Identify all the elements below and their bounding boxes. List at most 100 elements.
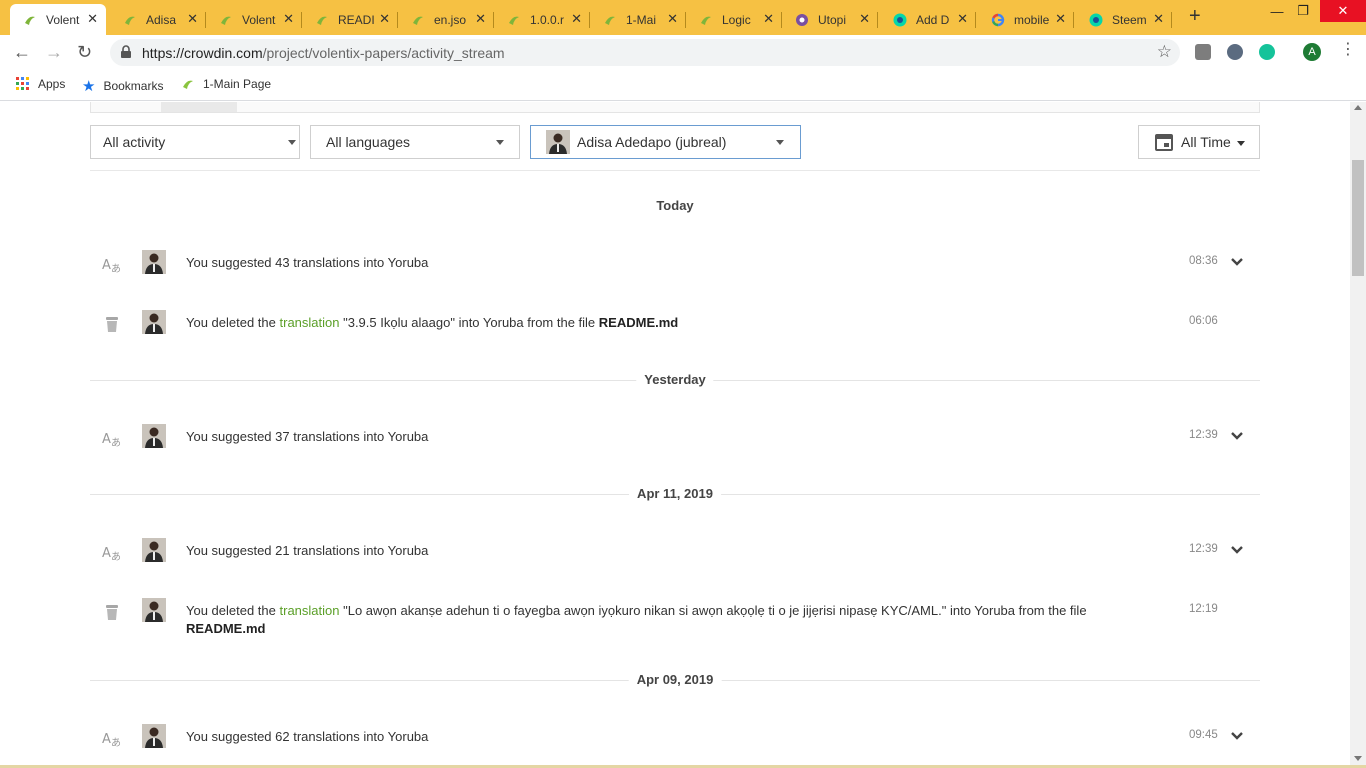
browser-tab[interactable]: en.jso ✕ bbox=[398, 4, 494, 35]
divider bbox=[90, 170, 1260, 171]
close-tab-icon[interactable]: ✕ bbox=[475, 12, 486, 26]
tab-label: Steem bbox=[1112, 12, 1147, 27]
svg-text:あ: あ bbox=[111, 737, 121, 748]
user-avatar[interactable] bbox=[142, 250, 166, 274]
bookmark-main-page[interactable]: 1-Main Page bbox=[181, 77, 271, 91]
activity-time: 12:39 bbox=[1189, 543, 1218, 555]
bookmark-bookmarks[interactable]: ★ Bookmarks bbox=[82, 77, 163, 95]
chevron-down-icon[interactable] bbox=[1230, 254, 1244, 272]
translate-icon: Aあ bbox=[102, 728, 122, 749]
user-avatar[interactable] bbox=[142, 538, 166, 562]
active-page-tab[interactable] bbox=[161, 102, 237, 112]
url-text: https://crowdin.com/project/volentix-pap… bbox=[142, 45, 505, 61]
star-icon: ★ bbox=[82, 78, 96, 95]
translation-link[interactable]: translation bbox=[280, 315, 340, 330]
browser-tab[interactable]: Adisa ✕ bbox=[110, 4, 206, 35]
user-avatar[interactable] bbox=[142, 598, 166, 622]
grammarly-icon[interactable] bbox=[1259, 44, 1275, 60]
activity-description: You suggested 62 translations into Yorub… bbox=[186, 728, 1146, 746]
time-filter-button[interactable]: All Time bbox=[1138, 125, 1260, 159]
extension-ap-icon[interactable] bbox=[1195, 44, 1211, 60]
translation-link[interactable]: translation bbox=[280, 603, 340, 618]
scroll-down-arrow-icon[interactable] bbox=[1354, 756, 1362, 761]
trash-icon bbox=[102, 314, 122, 334]
close-tab-icon[interactable]: ✕ bbox=[957, 12, 968, 26]
close-tab-icon[interactable]: ✕ bbox=[1153, 12, 1164, 26]
file-name: README.md bbox=[598, 315, 679, 330]
activity-description: You suggested 43 translations into Yorub… bbox=[186, 254, 1146, 272]
crowdin-icon bbox=[218, 12, 234, 28]
close-tab-icon[interactable]: ✕ bbox=[379, 12, 390, 26]
browser-tab[interactable]: Add D ✕ bbox=[880, 4, 976, 35]
profile-avatar[interactable]: A bbox=[1303, 43, 1321, 61]
bookmark-star-icon[interactable]: ☆ bbox=[1157, 42, 1172, 62]
chevron-down-icon[interactable] bbox=[1230, 728, 1244, 746]
activity-filter-value: All activity bbox=[103, 134, 166, 150]
address-bar[interactable]: https://crowdin.com/project/volentix-pap… bbox=[110, 39, 1180, 66]
tab-separator bbox=[1073, 12, 1074, 28]
tab-strip: Volent ✕ Adisa ✕ Volent ✕ READI ✕ en.jso ✕ 1.0.0.r… bbox=[0, 0, 1366, 35]
scrollbar-thumb[interactable] bbox=[1352, 160, 1364, 276]
activity-time: 12:39 bbox=[1189, 429, 1218, 441]
close-tab-icon[interactable]: ✕ bbox=[667, 12, 678, 26]
day-label: Today bbox=[648, 198, 702, 213]
translate-icon: Aあ bbox=[102, 254, 122, 275]
scrollbar[interactable] bbox=[1350, 102, 1366, 768]
browser-tab[interactable]: READI ✕ bbox=[302, 4, 398, 35]
svg-text:A: A bbox=[102, 732, 111, 747]
activity-filter-select[interactable]: All activity bbox=[90, 125, 300, 159]
user-avatar[interactable] bbox=[142, 310, 166, 334]
chevron-down-icon[interactable] bbox=[1230, 428, 1244, 446]
chevron-down-icon[interactable] bbox=[1230, 542, 1244, 560]
chrome-menu-icon[interactable]: ⋮ bbox=[1340, 42, 1356, 58]
extension-w-icon[interactable] bbox=[1227, 44, 1243, 60]
user-avatar[interactable] bbox=[142, 424, 166, 448]
bookmark-apps[interactable]: Apps bbox=[16, 77, 65, 91]
back-button[interactable]: ← bbox=[13, 43, 31, 61]
crowdin-icon bbox=[22, 12, 38, 28]
close-tab-icon[interactable]: ✕ bbox=[859, 12, 870, 26]
close-window-button[interactable]: ✕ bbox=[1320, 0, 1366, 22]
close-tab-icon[interactable]: ✕ bbox=[187, 12, 198, 26]
close-tab-icon[interactable]: ✕ bbox=[87, 12, 98, 26]
bookmark-main-page-label: 1-Main Page bbox=[203, 77, 272, 91]
close-tab-icon[interactable]: ✕ bbox=[283, 12, 294, 26]
activity-time: 08:36 bbox=[1189, 255, 1218, 267]
close-tab-icon[interactable]: ✕ bbox=[571, 12, 582, 26]
google-icon bbox=[990, 12, 1006, 28]
language-filter-select[interactable]: All languages bbox=[310, 125, 520, 159]
browser-tab[interactable]: Volent ✕ bbox=[10, 4, 106, 35]
user-avatar[interactable] bbox=[142, 724, 166, 748]
user-filter-select[interactable]: Adisa Adedapo (jubreal) bbox=[530, 125, 801, 159]
chevron-down-icon bbox=[776, 140, 784, 145]
svg-text:あ: あ bbox=[111, 263, 121, 274]
browser-tab[interactable]: Volent ✕ bbox=[206, 4, 302, 35]
tab-label: Adisa bbox=[146, 12, 177, 27]
activity-time: 06:06 bbox=[1189, 315, 1218, 327]
browser-tab[interactable]: Logic ✕ bbox=[686, 4, 782, 35]
svg-text:あ: あ bbox=[111, 437, 121, 448]
new-tab-button[interactable]: + bbox=[1189, 6, 1201, 26]
close-tab-icon[interactable]: ✕ bbox=[1055, 12, 1066, 26]
browser-tab[interactable]: 1-Mai ✕ bbox=[590, 4, 686, 35]
browser-tab[interactable]: 1.0.0.r ✕ bbox=[494, 4, 590, 35]
activity-time: 09:45 bbox=[1189, 729, 1218, 741]
activity-text: You suggested 37 translations into Yorub… bbox=[186, 429, 429, 444]
bookmark-apps-label: Apps bbox=[38, 77, 66, 91]
browser-tab[interactable]: Steem ✕ bbox=[1076, 4, 1172, 35]
svg-text:A: A bbox=[102, 546, 111, 561]
forward-button[interactable]: → bbox=[45, 43, 63, 61]
file-name: README.md bbox=[186, 621, 266, 636]
lock-icon bbox=[121, 45, 131, 58]
close-tab-icon[interactable]: ✕ bbox=[763, 12, 774, 26]
tab-separator bbox=[1171, 12, 1172, 28]
svg-text:A: A bbox=[102, 258, 111, 273]
scroll-up-arrow-icon[interactable] bbox=[1354, 105, 1362, 110]
bookmark-bookmarks-label: Bookmarks bbox=[103, 79, 164, 93]
translate-icon: Aあ bbox=[102, 428, 122, 449]
browser-tab[interactable]: Utopi ✕ bbox=[782, 4, 878, 35]
reload-button[interactable]: ↻ bbox=[77, 43, 92, 61]
browser-tab[interactable]: mobile ✕ bbox=[978, 4, 1074, 35]
tab-separator bbox=[975, 12, 976, 28]
day-label: Apr 11, 2019 bbox=[629, 486, 721, 501]
